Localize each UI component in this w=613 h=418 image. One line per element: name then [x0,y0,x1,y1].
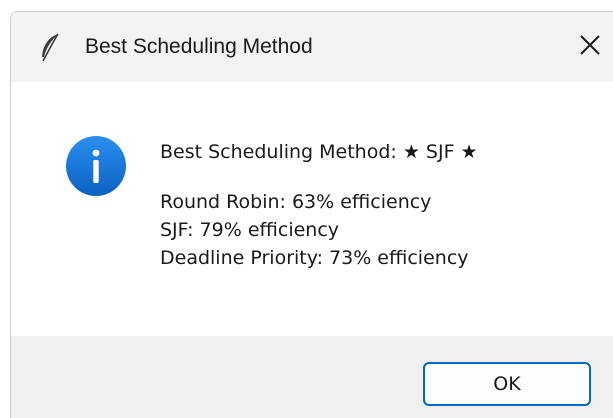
close-icon [579,34,601,61]
dialog-footer: OK [11,336,613,418]
dialog-body: Best Scheduling Method: ★ SJF ★ Round Ro… [11,82,613,336]
feather-icon [39,33,61,63]
message-line: SJF: 79% efficiency [160,219,340,241]
title-bar[interactable]: Best Scheduling Method [11,12,613,82]
message-line: Round Robin: 63% efficiency [160,191,432,213]
message-line: Deadline Priority: 73% efficiency [160,247,469,269]
message-dialog: Best Scheduling Method Best Scheduling M… [10,11,613,418]
close-button[interactable] [567,22,613,72]
ok-button[interactable]: OK [423,362,591,406]
window-title: Best Scheduling Method [85,35,313,58]
message-headline: Best Scheduling Method: ★ SJF ★ [160,141,478,163]
message-text: Best Scheduling Method: ★ SJF ★ Round Ro… [160,138,478,272]
info-icon [65,135,127,197]
